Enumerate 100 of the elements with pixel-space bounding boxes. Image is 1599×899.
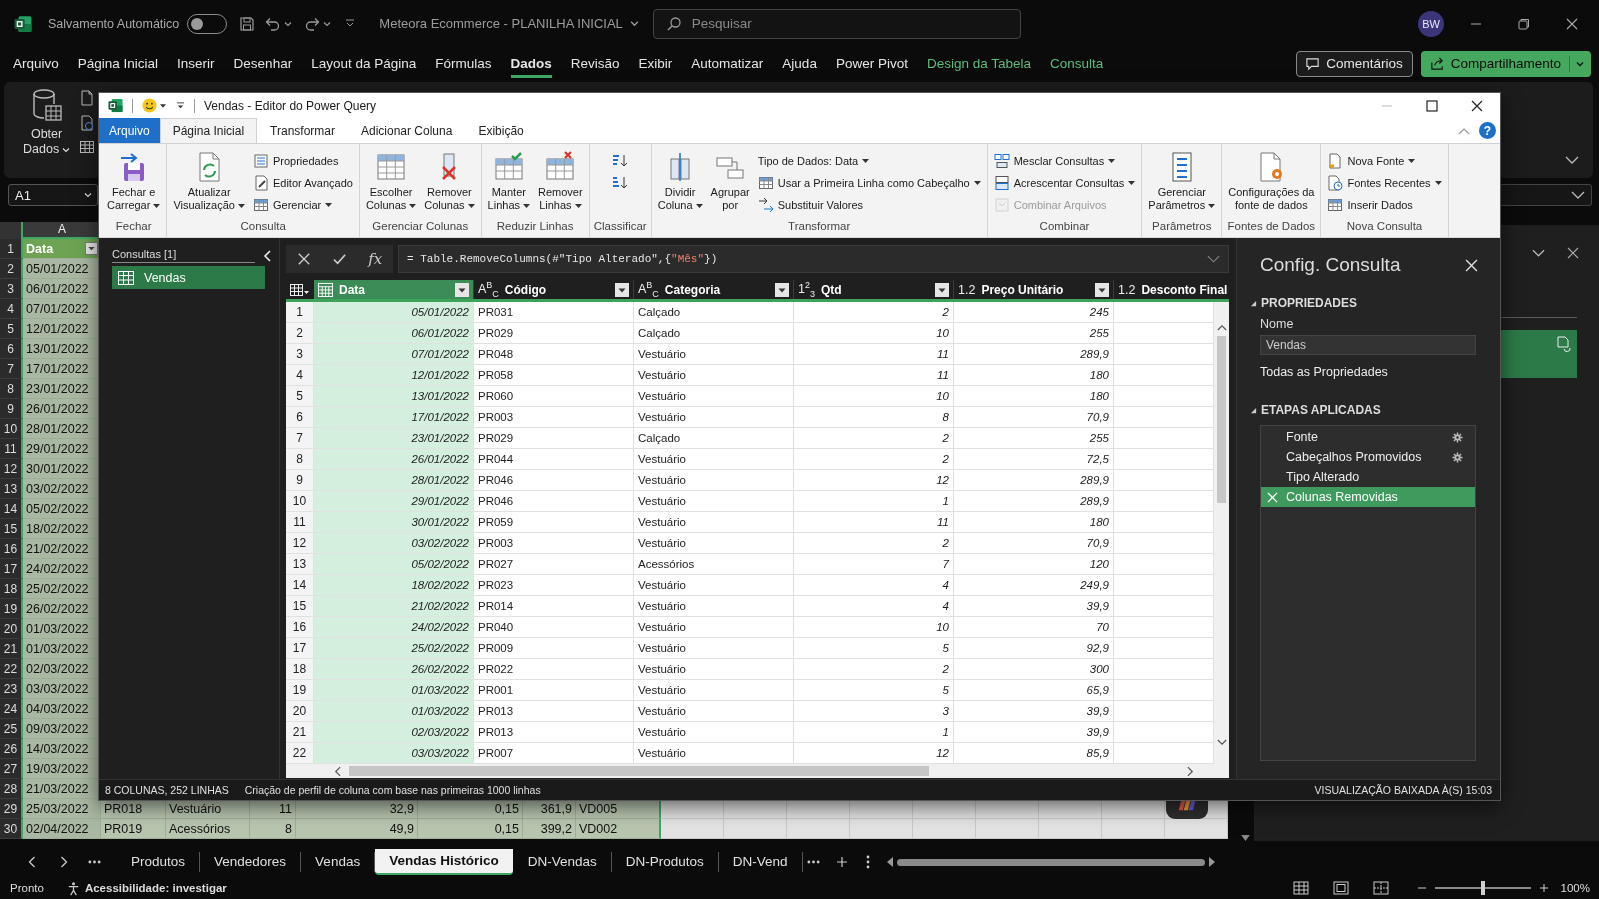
get-data-button[interactable]: Obter Dados	[23, 88, 71, 157]
delete-icon[interactable]	[1267, 491, 1278, 503]
zoom-level[interactable]: 100%	[1560, 882, 1590, 894]
scroll-right-icon[interactable]	[1187, 765, 1194, 777]
caret-icon[interactable]	[284, 20, 293, 27]
column-header[interactable]: A$^{B}$$_{C}$ Categoria	[634, 280, 794, 299]
ribbon-tab[interactable]: Transformar	[257, 118, 348, 143]
table-icon[interactable]	[80, 140, 95, 154]
chevron-down-icon[interactable]	[1565, 156, 1579, 164]
section-heading[interactable]: ETAPAS APLICADAS	[1261, 403, 1381, 417]
menu-tab[interactable]: Revisão	[570, 49, 620, 78]
ribbon-tab[interactable]: Adicionar Coluna	[348, 118, 466, 143]
ribbon-button[interactable]: Atualizar Visualização	[171, 147, 247, 212]
search-field[interactable]: Pesquisar	[652, 8, 1021, 39]
accessibility-status[interactable]: Acessibilidade: investigar	[84, 882, 227, 894]
gear-icon[interactable]	[1452, 431, 1463, 443]
menu-tab[interactable]: Página Inicial	[77, 49, 159, 78]
scroll-left-icon[interactable]	[334, 765, 341, 777]
document-refresh-icon[interactable]	[1557, 336, 1571, 352]
scroll-left-icon[interactable]	[886, 857, 893, 867]
page-break-icon[interactable]	[1372, 881, 1389, 895]
name-box[interactable]: A1	[8, 184, 98, 206]
filter-dropdown-icon[interactable]	[935, 282, 949, 297]
filter-dropdown-icon[interactable]	[615, 282, 629, 297]
menu-tab[interactable]: Design da Tabela	[926, 49, 1031, 78]
ribbon-button[interactable]: Manter Linhas	[485, 147, 533, 212]
query-item[interactable]: Vendas	[112, 266, 265, 289]
ribbon-button[interactable]: Agrupar por	[708, 147, 752, 212]
undo-icon[interactable]	[265, 15, 282, 32]
close-icon[interactable]	[1471, 99, 1483, 112]
cancel-icon[interactable]	[296, 252, 311, 266]
filter-dropdown-icon[interactable]	[1095, 282, 1109, 297]
grid-view-icon[interactable]	[1292, 881, 1309, 895]
document-title-button[interactable]: Meteora Ecommerce - PLANILHA INICIAL	[379, 16, 639, 31]
menu-tab[interactable]: Exibir	[638, 49, 673, 78]
menu-tab[interactable]: Dados	[510, 49, 552, 78]
sheet-tab[interactable]: DN-Produtos	[611, 852, 719, 872]
scrollbar-thumb[interactable]	[1217, 336, 1226, 503]
document-icon[interactable]	[80, 90, 95, 106]
more-icon[interactable]	[88, 860, 101, 864]
name-field[interactable]: Vendas	[1260, 335, 1476, 355]
menu-tab[interactable]: Consulta	[1050, 49, 1104, 78]
ribbon-tab[interactable]: Exibição	[465, 118, 537, 143]
comments-button[interactable]: Comentários	[1296, 50, 1413, 77]
zoom-slider-thumb[interactable]	[1480, 881, 1485, 895]
ribbon-button[interactable]: Remover Linhas	[536, 147, 585, 212]
page-layout-icon[interactable]	[1332, 881, 1349, 895]
formula-field[interactable]: = Table.RemoveColumns(#"Tipo Alterado",{"Mês"})	[398, 245, 1229, 273]
ribbon-button[interactable]: Mesclar Consultas	[991, 150, 1138, 171]
gear-icon[interactable]	[1452, 451, 1463, 463]
scrollbar-thumb[interactable]	[896, 858, 1205, 866]
expanded-triangle-icon[interactable]	[1250, 299, 1257, 307]
sheet-tab[interactable]: Vendas Histórico	[375, 849, 513, 875]
ribbon-button[interactable]: Substituir Valores	[755, 194, 983, 215]
table-menu-icon[interactable]	[290, 282, 310, 297]
menu-tab[interactable]: Inserir	[177, 49, 215, 78]
ribbon-button[interactable]: Configurações da fonte de dados	[1226, 147, 1317, 212]
menu-tab[interactable]: Arquivo	[13, 49, 59, 78]
column-header[interactable]: A$^{B}$$_{C}$ Código	[474, 280, 634, 299]
close-icon[interactable]	[1566, 17, 1578, 30]
column-header[interactable]: 1.2 Preço Unitário	[954, 280, 1114, 299]
menu-tab[interactable]: Fórmulas	[435, 49, 492, 78]
ribbon-button[interactable]: Propriedades	[250, 150, 355, 171]
ribbon-button[interactable]: Nova Fonte	[1325, 150, 1444, 171]
filter-dropdown-icon[interactable]	[455, 282, 469, 297]
expanded-triangle-icon[interactable]	[1250, 406, 1257, 414]
smiley-icon[interactable]	[142, 98, 157, 113]
plus-icon[interactable]	[1538, 883, 1549, 893]
ribbon-button[interactable]: Escolher Colunas	[363, 147, 419, 212]
menu-tab[interactable]: Power Pivot	[835, 49, 908, 78]
ribbon-button[interactable]: Usar a Primeira Linha como Cabeçalho	[755, 172, 983, 193]
menu-tab[interactable]: Automatizar	[691, 49, 764, 78]
document-globe-icon[interactable]	[80, 115, 95, 131]
customize-icon[interactable]	[345, 19, 356, 28]
scrollbar-thumb[interactable]	[349, 766, 929, 776]
query-item[interactable]	[1500, 330, 1577, 378]
autosave-toggle[interactable]	[187, 13, 228, 34]
data-type-label[interactable]: 1.2	[1118, 282, 1136, 297]
vertical-scrollbar[interactable]	[1214, 302, 1229, 764]
caret-icon[interactable]	[160, 103, 166, 108]
menu-tab[interactable]: Desenhar	[233, 49, 293, 78]
spreadsheet-logo-icon[interactable]	[14, 14, 32, 33]
ribbon-button[interactable]: Dividir Coluna	[655, 147, 705, 212]
column-header[interactable]: A	[23, 222, 101, 239]
sheet-tab[interactable]: Vendedores	[200, 852, 302, 872]
close-icon[interactable]	[1567, 247, 1579, 259]
ribbon-button[interactable]: Editor Avançado	[250, 172, 355, 193]
ribbon-button[interactable]: Inserir Dados	[1325, 194, 1444, 215]
insert-function-button[interactable]: fx	[368, 250, 383, 268]
data-type-label[interactable]: 1.2	[958, 282, 976, 297]
menu-tab[interactable]: Ajuda	[782, 49, 817, 78]
more-icon[interactable]	[806, 860, 820, 864]
sheet-tab[interactable]: DN-Vend	[718, 852, 803, 872]
select-all-corner[interactable]	[0, 222, 23, 239]
menu-tab[interactable]: Layout da Página	[311, 49, 417, 78]
ribbon-tab[interactable]: Arquivo	[99, 118, 160, 143]
chevron-right-icon[interactable]	[60, 856, 68, 868]
chevron-down-icon[interactable]	[1571, 191, 1585, 199]
redo-icon[interactable]	[304, 15, 321, 32]
save-icon[interactable]	[239, 15, 256, 32]
